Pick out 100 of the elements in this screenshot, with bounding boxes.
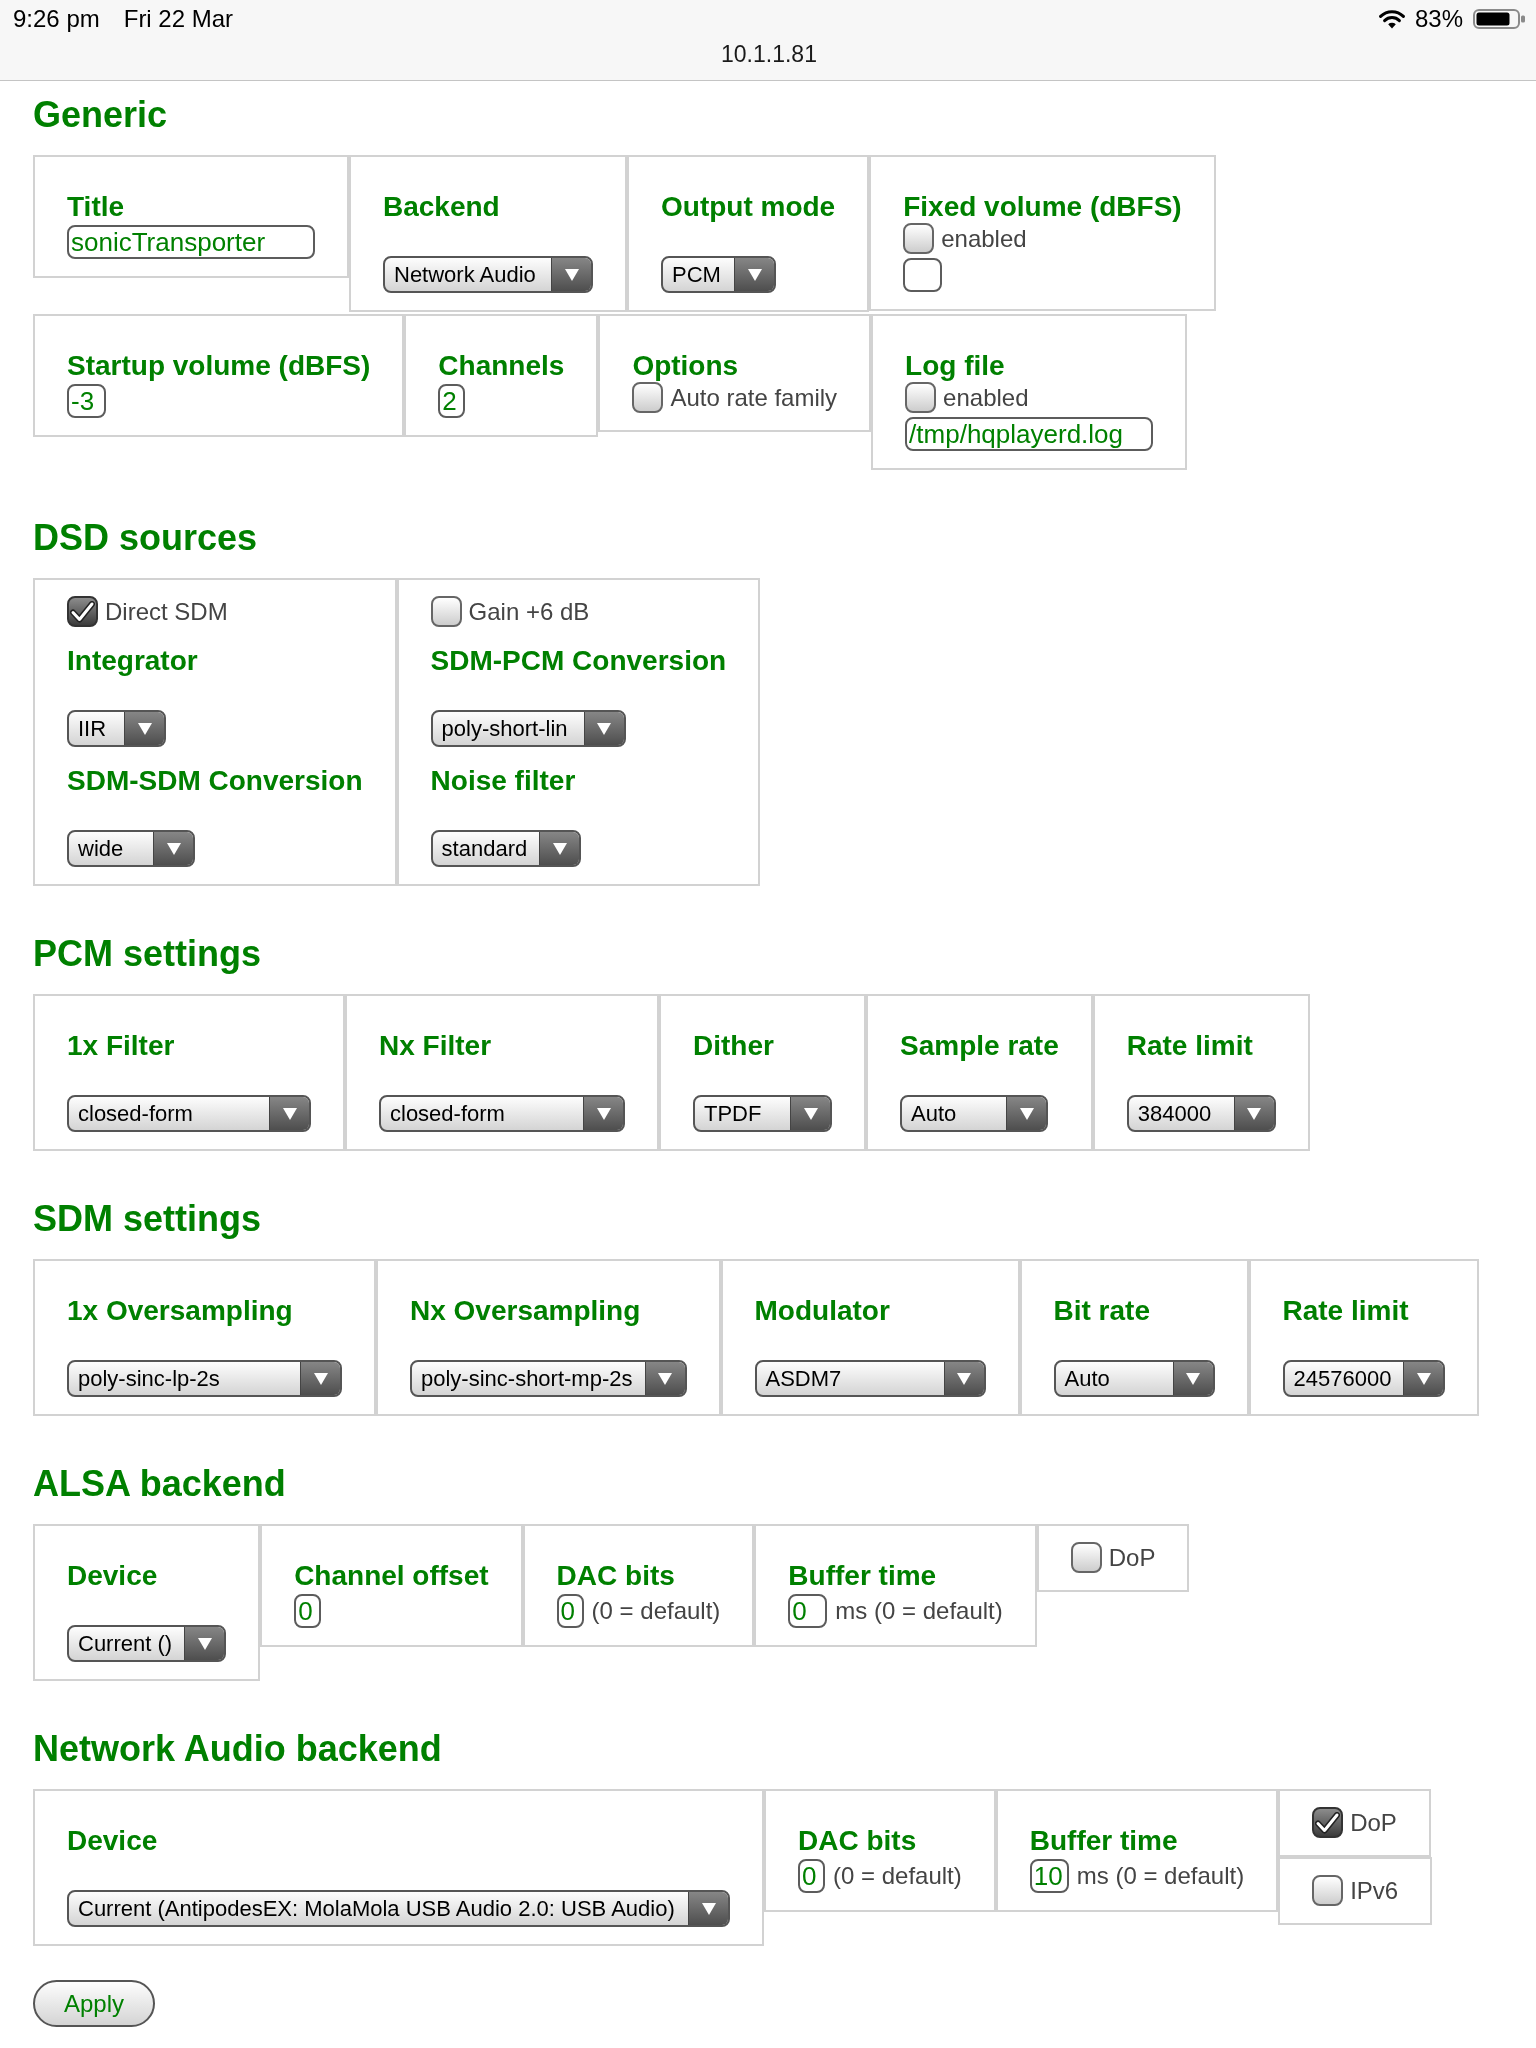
field-label: Device [67, 1825, 158, 1857]
dropdown[interactable]: Auto [900, 1095, 1048, 1132]
battery-percent: 83% [1414, 5, 1463, 33]
checkbox-label: Gain +6 dB [468, 597, 590, 626]
caret-icon [539, 832, 580, 865]
checkbox-label: IPv6 [1350, 1876, 1399, 1905]
status-date: Fri 22 Mar [123, 5, 234, 33]
field-label: Sample rate [900, 1030, 1059, 1062]
caret-icon [790, 1097, 830, 1130]
battery-icon [1473, 9, 1525, 29]
field-label: Startup volume (dBFS) [67, 350, 371, 382]
checkbox[interactable] [1312, 1807, 1344, 1838]
dropdown[interactable]: closed-form [67, 1095, 311, 1132]
input-field[interactable]: 10 [1029, 1859, 1069, 1893]
dropdown[interactable]: 24576000 [1282, 1360, 1446, 1397]
checkbox-label: DoP [1108, 1543, 1156, 1572]
dropdown[interactable]: IIR [67, 710, 166, 747]
field-label: Rate limit [1282, 1295, 1409, 1327]
field-label: Output mode [661, 191, 836, 223]
field-label: Bit rate [1053, 1295, 1150, 1327]
field-label: Title [67, 191, 125, 223]
caret-icon [1006, 1097, 1046, 1130]
caret-icon [124, 712, 164, 745]
checkbox[interactable] [1070, 1542, 1102, 1573]
caret-icon [184, 1627, 225, 1660]
field-label: 1x Filter [67, 1030, 175, 1062]
caret-icon [1172, 1362, 1213, 1395]
dropdown[interactable]: standard [430, 830, 582, 867]
input-field[interactable]: -3 [67, 384, 106, 418]
checkbox[interactable] [67, 596, 98, 627]
field-label: Channels [438, 350, 565, 382]
section-heading: PCM settings [33, 933, 262, 975]
caret-icon [583, 712, 624, 745]
dropdown[interactable]: poly-sinc-lp-2s [67, 1360, 342, 1397]
dropdown[interactable]: TPDF [693, 1095, 832, 1132]
check-icon [70, 600, 95, 623]
dropdown[interactable]: Current () [67, 1625, 227, 1662]
section-heading: ALSA backend [33, 1463, 286, 1505]
input-field[interactable]: 0 [556, 1594, 584, 1628]
caret-icon [1403, 1362, 1444, 1395]
field-label: Integrator [67, 645, 198, 677]
section-heading: SDM settings [33, 1198, 262, 1240]
dropdown[interactable]: 384000 [1126, 1095, 1276, 1132]
input-field[interactable] [903, 258, 943, 292]
field-label: Noise filter [430, 765, 576, 797]
field-note: ms (0 = default) [835, 1597, 1003, 1625]
dropdown[interactable]: Auto [1053, 1360, 1215, 1397]
dropdown[interactable]: ASDM7 [754, 1360, 986, 1397]
status-time: 9:26 pm [13, 5, 100, 33]
input-field[interactable]: sonicTransporter [67, 225, 315, 259]
field-label: Device [67, 1560, 158, 1592]
section-heading: Network Audio backend [33, 1728, 442, 1770]
field-label: SDM-SDM Conversion [67, 765, 363, 797]
field-label: DAC bits [798, 1825, 917, 1857]
field-label: Log file [905, 350, 1005, 382]
field-note: (0 = default) [833, 1862, 962, 1890]
checkbox-label: enabled [943, 383, 1029, 412]
field-label: Backend [383, 191, 500, 223]
field-label: Rate limit [1126, 1030, 1253, 1062]
dropdown[interactable]: PCM [661, 256, 776, 293]
input-field[interactable]: 2 [438, 384, 466, 418]
field-label: SDM-PCM Conversion [430, 645, 727, 677]
input-field[interactable]: /tmp/hqplayerd.log [905, 417, 1154, 451]
checkbox[interactable] [903, 223, 935, 254]
caret-icon [153, 832, 193, 865]
wifi-icon [1378, 9, 1405, 29]
field-note: (0 = default) [591, 1597, 721, 1625]
caret-icon [734, 258, 774, 291]
check-icon [1315, 1811, 1341, 1834]
checkbox-label: Auto rate family [670, 383, 838, 412]
field-label: 1x Oversampling [67, 1295, 293, 1327]
field-label: Buffer time [1029, 1825, 1178, 1857]
section-heading: DSD sources [33, 517, 258, 559]
checkbox[interactable] [430, 596, 462, 627]
apply-button[interactable]: Apply [33, 1980, 156, 2027]
checkbox[interactable] [905, 382, 937, 413]
dropdown[interactable]: poly-sinc-short-mp-2s [410, 1360, 687, 1397]
caret-icon [688, 1892, 728, 1925]
field-label: Options [632, 350, 739, 382]
field-note: ms (0 = default) [1076, 1862, 1245, 1890]
dropdown[interactable]: poly-short-lin [430, 710, 626, 747]
input-field[interactable]: 0 [294, 1594, 322, 1628]
field-label: Modulator [754, 1295, 890, 1327]
caret-icon [300, 1362, 340, 1395]
input-field[interactable]: 0 [788, 1594, 828, 1628]
field-label: Channel offset [294, 1560, 489, 1592]
checkbox[interactable] [1312, 1875, 1344, 1906]
checkbox-label: enabled [941, 224, 1027, 253]
dropdown[interactable]: Network Audio [383, 256, 593, 293]
caret-icon [583, 1097, 623, 1130]
dropdown[interactable]: closed-form [379, 1095, 625, 1132]
checkbox[interactable] [632, 382, 664, 413]
dropdown[interactable]: Current (AntipodesEX: MolaMola USB Audio 2.0: USB Audio) [67, 1890, 730, 1927]
field-label: Nx Oversampling [410, 1295, 641, 1327]
dropdown[interactable]: wide [67, 830, 195, 867]
field-label: Nx Filter [379, 1030, 492, 1062]
input-field[interactable]: 0 [798, 1859, 825, 1893]
caret-icon [644, 1362, 685, 1395]
field-label: Fixed volume (dBFS) [903, 191, 1182, 223]
section-heading: Generic [33, 94, 168, 136]
